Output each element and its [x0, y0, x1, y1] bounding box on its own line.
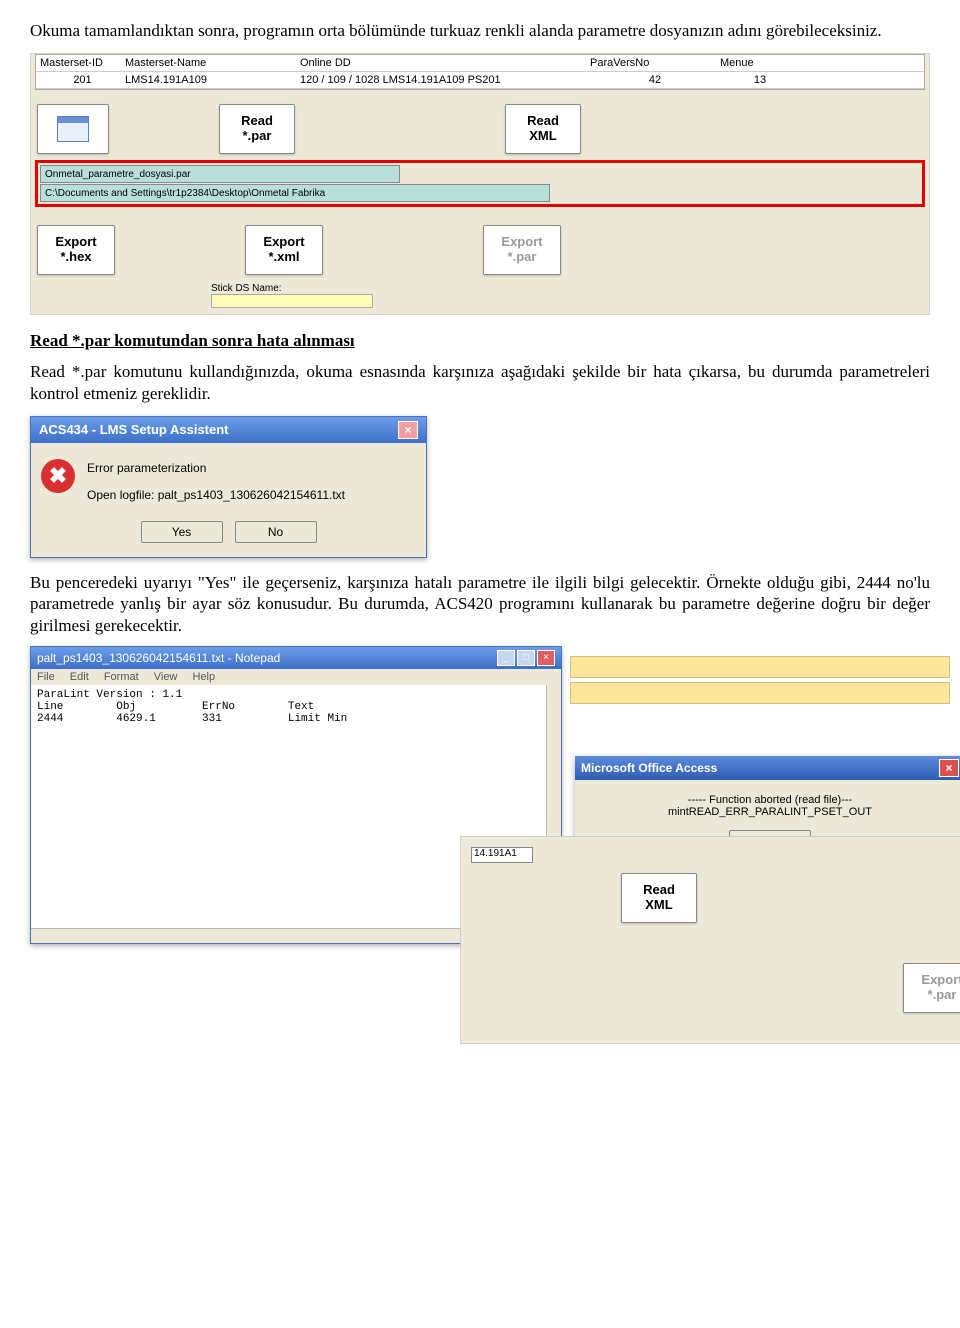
error-line-2: Open logfile: palt_ps1403_13062604215461…: [87, 486, 345, 505]
read-xml-button[interactable]: Read XML: [505, 104, 581, 154]
close-icon[interactable]: ×: [537, 650, 555, 666]
np-line1: Line Obj ErrNo Text: [37, 701, 314, 713]
bottom-composite: palt_ps1403_130626042154611.txt - Notepa…: [30, 646, 930, 966]
app-screenshot-top: Masterset-ID Masterset-Name Online DD Pa…: [30, 53, 930, 315]
no-button[interactable]: No: [235, 521, 317, 543]
stick-ds-field[interactable]: [211, 294, 373, 308]
para-post-error: Bu penceredeki uyarıyı "Yes" ile geçerse…: [30, 572, 930, 636]
masterset-table: Masterset-ID Masterset-Name Online DD Pa…: [35, 54, 925, 90]
col-header-masterset-id: Masterset-ID: [40, 57, 125, 69]
section-heading: Read *.par komutundan sonra hata alınmas…: [30, 331, 930, 351]
intro-paragraph: Okuma tamamlandıktan sonra, programın or…: [30, 20, 930, 41]
export-hex-button[interactable]: Export *.hex: [37, 225, 115, 275]
error-dialog: ACS434 - LMS Setup Assistent × ✖ Error p…: [30, 416, 427, 558]
menu-help[interactable]: Help: [192, 671, 215, 683]
cell-online-dd: 120 / 109 / 1028 LMS14.191A109 PS201: [300, 74, 590, 86]
read-par-button[interactable]: Read *.par: [219, 104, 295, 154]
cell-menue: 13: [720, 74, 800, 86]
stick-ds-label: Stick DS Name:: [211, 283, 929, 294]
col-header-masterset-name: Masterset-Name: [125, 57, 300, 69]
menu-edit[interactable]: Edit: [70, 671, 89, 683]
np-line2: 2444 4629.1 331 Limit Min: [37, 713, 347, 725]
param-file-name-field: Onmetal_parametre_dosyasi.par: [40, 165, 400, 183]
yellow-highlight-bars: [570, 656, 950, 708]
calendar-icon-button[interactable]: [37, 104, 109, 154]
error-icon: ✖: [41, 459, 75, 493]
export-xml-button[interactable]: Export *.xml: [245, 225, 323, 275]
cell-masterset-id: 201: [40, 74, 125, 86]
cell-masterset-name: LMS14.191A109: [125, 74, 300, 86]
yes-button[interactable]: Yes: [141, 521, 223, 543]
calendar-icon: [57, 116, 89, 142]
notepad-menu[interactable]: File Edit Format View Help: [31, 669, 561, 685]
error-line-1: Error parameterization: [87, 459, 345, 478]
col-header-menue: Menue: [720, 57, 800, 69]
np-line0: ParaLint Version : 1.1: [37, 689, 182, 701]
read-xml-button-bottom[interactable]: Read XML: [621, 873, 697, 923]
highlighted-file-area: Onmetal_parametre_dosyasi.par C:\Documen…: [35, 160, 925, 207]
access-dialog-title: Microsoft Office Access: [581, 761, 717, 775]
close-icon[interactable]: ×: [939, 759, 959, 777]
close-icon[interactable]: ×: [398, 421, 418, 439]
small-id-field: 14.191A1: [471, 847, 533, 863]
menu-format[interactable]: Format: [104, 671, 139, 683]
error-dialog-title: ACS434 - LMS Setup Assistent: [39, 422, 229, 437]
col-header-paraversno: ParaVersNo: [590, 57, 720, 69]
menu-view[interactable]: View: [154, 671, 178, 683]
export-par-button-bottom: Export *.par: [903, 963, 960, 1013]
maximize-icon[interactable]: □: [517, 650, 535, 666]
minimize-icon[interactable]: _: [497, 650, 515, 666]
param-file-path-field: C:\Documents and Settings\tr1p2384\Deskt…: [40, 184, 550, 202]
bottom-app-panel: 14.191A1 Read XML Export *.par: [460, 836, 960, 1044]
access-dialog-msg: ----- Function aborted (read file)--- mi…: [585, 794, 955, 818]
menu-file[interactable]: File: [37, 671, 55, 683]
para-read-error: Read *.par komutunu kullandığınızda, oku…: [30, 361, 930, 404]
col-header-online-dd: Online DD: [300, 57, 590, 69]
notepad-title: palt_ps1403_130626042154611.txt - Notepa…: [37, 651, 280, 665]
cell-paraversno: 42: [590, 74, 720, 86]
export-par-button-disabled: Export *.par: [483, 225, 561, 275]
